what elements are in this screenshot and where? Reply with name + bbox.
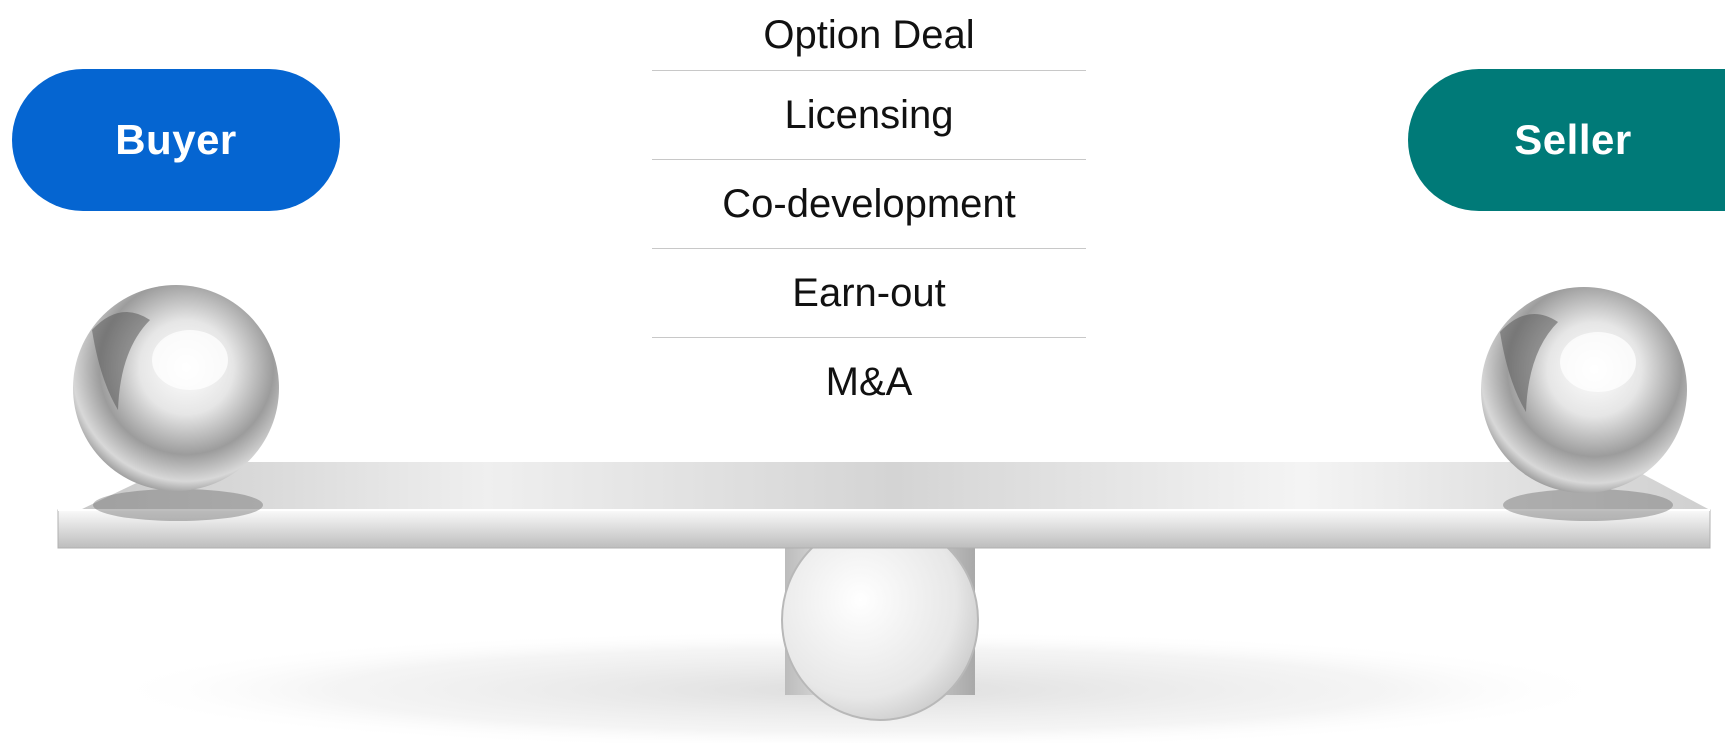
- seller-badge: Seller: [1408, 69, 1725, 211]
- buyer-badge: Buyer: [12, 69, 340, 211]
- right-ball-icon: [1481, 287, 1687, 493]
- left-ball-icon: [73, 285, 279, 491]
- deal-option-item: Licensing: [652, 71, 1086, 160]
- deal-option-item: Option Deal: [652, 0, 1086, 71]
- deal-options-list: Option Deal Licensing Co-development Ear…: [652, 0, 1086, 427]
- deal-option-item: Earn-out: [652, 249, 1086, 338]
- deal-option-item: Co-development: [652, 160, 1086, 249]
- deal-option-item: M&A: [825, 360, 913, 404]
